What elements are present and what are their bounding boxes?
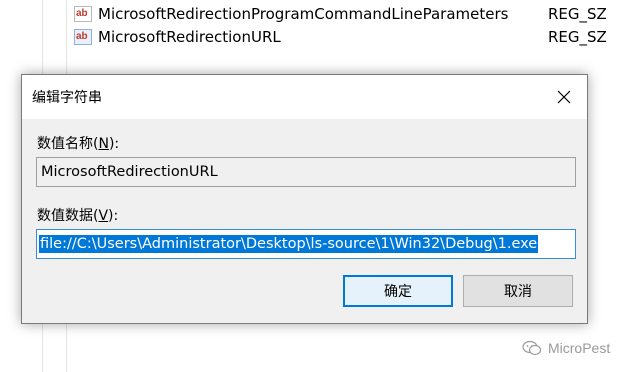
wechat-logo-icon [522, 340, 542, 356]
close-icon [557, 90, 571, 104]
ok-button[interactable]: 确定 [343, 275, 453, 307]
registry-value-name: MicrosoftRedirectionProgramCommandLinePa… [98, 5, 509, 23]
registry-row[interactable]: ab MicrosoftRedirectionURL REG_SZ [74, 25, 630, 49]
selected-value-text: file://C:\Users\Administrator\Desktop\ls… [39, 235, 539, 253]
dialog-title: 编辑字符串 [32, 90, 102, 106]
value-name-label: 数值名称(N): [37, 136, 120, 152]
string-value-icon: ab [74, 6, 92, 22]
watermark-text: MicroPest [548, 340, 611, 356]
registry-value-type: REG_SZ [548, 28, 607, 46]
value-name-field: MicrosoftRedirectionURL [36, 157, 576, 187]
watermark: MicroPest [522, 340, 610, 356]
string-value-icon: ab [74, 29, 92, 45]
registry-value-type: REG_SZ [548, 5, 607, 23]
registry-value-name: MicrosoftRedirectionURL [98, 28, 281, 46]
value-data-input[interactable]: file://C:\Users\Administrator\Desktop\ls… [36, 229, 576, 259]
value-data-label: 数值数据(V): [37, 208, 119, 224]
cancel-button[interactable]: 取消 [463, 275, 573, 307]
edit-string-dialog: 编辑字符串 数值名称(N): MicrosoftRedirectionURL 数… [21, 74, 588, 324]
registry-row[interactable]: ab MicrosoftRedirectionProgramCommandLin… [74, 2, 630, 26]
close-button[interactable] [541, 75, 587, 119]
dialog-titlebar[interactable]: 编辑字符串 [22, 75, 587, 119]
